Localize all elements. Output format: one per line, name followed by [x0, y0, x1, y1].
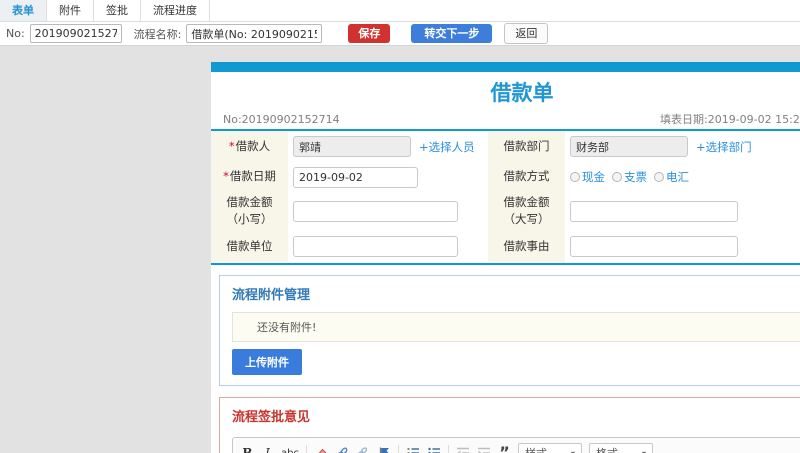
attachment-section: 流程附件管理 还没有附件! 上传附件	[219, 275, 800, 386]
chevron-down-icon: ▾	[570, 448, 575, 453]
outdent-icon	[456, 447, 469, 453]
bulleted-list-button[interactable]	[427, 445, 441, 453]
blockquote-button[interactable]: ”	[498, 445, 511, 453]
fill-date: 填表日期:2019-09-02 15:27:1	[660, 113, 800, 126]
remove-format-button[interactable]	[314, 445, 328, 453]
no-input[interactable]	[29, 24, 122, 43]
editor-toolbar: B I abc ” ▾ ▾	[233, 438, 800, 453]
numbered-list-button[interactable]	[406, 445, 420, 453]
toolbar-separator	[397, 445, 399, 453]
radio-check[interactable]: 支票	[612, 169, 647, 185]
document-panel: 借款单 No:20190902152714 填表日期:2019-09-02 15…	[211, 62, 800, 453]
bold-button[interactable]: B	[241, 445, 254, 453]
tab-attachment[interactable]: 附件	[47, 0, 94, 21]
link-icon	[336, 447, 348, 453]
accent-bar	[211, 62, 800, 72]
tab-approval[interactable]: 签批	[94, 0, 141, 21]
numbered-list-icon	[407, 448, 419, 453]
attachment-heading: 流程附件管理	[232, 288, 311, 303]
tab-form[interactable]: 表单	[0, 0, 47, 21]
unit-input[interactable]	[293, 236, 458, 257]
back-button[interactable]: 返回	[504, 23, 549, 44]
upload-attachment-button[interactable]: 上传附件	[232, 349, 302, 375]
radio-icon	[612, 172, 622, 182]
no-label: No:	[6, 27, 25, 40]
radio-wire[interactable]: 电汇	[654, 169, 689, 185]
next-step-button[interactable]: 转交下一步	[411, 24, 493, 43]
reason-label: 借款事由	[488, 230, 565, 263]
indent-button[interactable]	[477, 445, 491, 453]
amount-big-input[interactable]	[570, 200, 738, 222]
no-attachment-message: 还没有附件!	[232, 312, 800, 342]
outdent-button[interactable]	[456, 445, 470, 453]
borrower-input[interactable]	[293, 136, 411, 157]
doc-meta-row: No:20190902152714 填表日期:2019-09-02 15:27:…	[211, 109, 800, 131]
eraser-icon	[318, 448, 327, 453]
radio-icon	[570, 172, 580, 182]
indent-icon	[477, 447, 490, 453]
method-radio-group: 现金 支票 电汇	[565, 162, 800, 192]
save-button[interactable]: 保存	[348, 24, 391, 43]
amount-big-label: 借款金额（大写）	[488, 192, 565, 230]
page-title: 借款单	[490, 81, 554, 105]
reason-input[interactable]	[570, 236, 738, 257]
required-mark: *	[223, 169, 229, 184]
department-input[interactable]	[570, 136, 688, 157]
flag-icon	[379, 447, 389, 453]
approval-heading: 流程签批意见	[232, 410, 311, 425]
tab-progress[interactable]: 流程进度	[141, 0, 210, 21]
toolbar-separator	[447, 445, 449, 453]
bulleted-list-icon	[428, 447, 440, 453]
approval-section: 流程签批意见 B I abc ” ▾ ▾	[219, 397, 800, 453]
format-dropdown[interactable]: 格式 ▾	[588, 443, 653, 453]
radio-cash[interactable]: 现金	[570, 169, 605, 185]
rich-text-editor: B I abc ” ▾ ▾	[232, 437, 800, 453]
amount-small-label: 借款金额（小写）	[211, 192, 288, 230]
unlink-icon	[357, 447, 368, 453]
tab-bar: 表单 附件 签批 流程进度	[0, 0, 800, 22]
select-person-link[interactable]: +选择人员	[419, 139, 475, 155]
radio-icon	[654, 172, 664, 182]
method-label: 借款方式	[488, 162, 565, 192]
required-mark: *	[228, 138, 235, 153]
unlink-button[interactable]	[356, 445, 370, 453]
command-bar: No: 流程名称: 保存 转交下一步 返回	[0, 22, 800, 46]
borrow-date-label: *借款日期	[211, 162, 288, 192]
chevron-down-icon: ▾	[641, 448, 646, 453]
department-label: 借款部门	[488, 131, 565, 162]
borrow-date-input[interactable]	[293, 166, 418, 188]
amount-small-input[interactable]	[293, 200, 458, 222]
strikethrough-button[interactable]: abc	[281, 445, 299, 453]
loan-form: *借款人 +选择人员 借款部门 +选择部门 *借款日期 借款方式 现金	[211, 131, 800, 265]
process-name-input[interactable]	[186, 24, 323, 43]
italic-button[interactable]: I	[261, 445, 274, 453]
styles-dropdown[interactable]: 样式 ▾	[517, 443, 582, 453]
toolbar-separator	[305, 445, 307, 453]
borrower-label: *借款人	[211, 131, 288, 162]
anchor-button[interactable]	[377, 445, 391, 453]
process-name-label: 流程名称:	[133, 27, 182, 41]
link-button[interactable]	[335, 445, 349, 453]
unit-label: 借款单位	[211, 230, 288, 263]
doc-number: No:20190902152714	[223, 113, 340, 126]
select-department-link[interactable]: +选择部门	[696, 139, 752, 155]
